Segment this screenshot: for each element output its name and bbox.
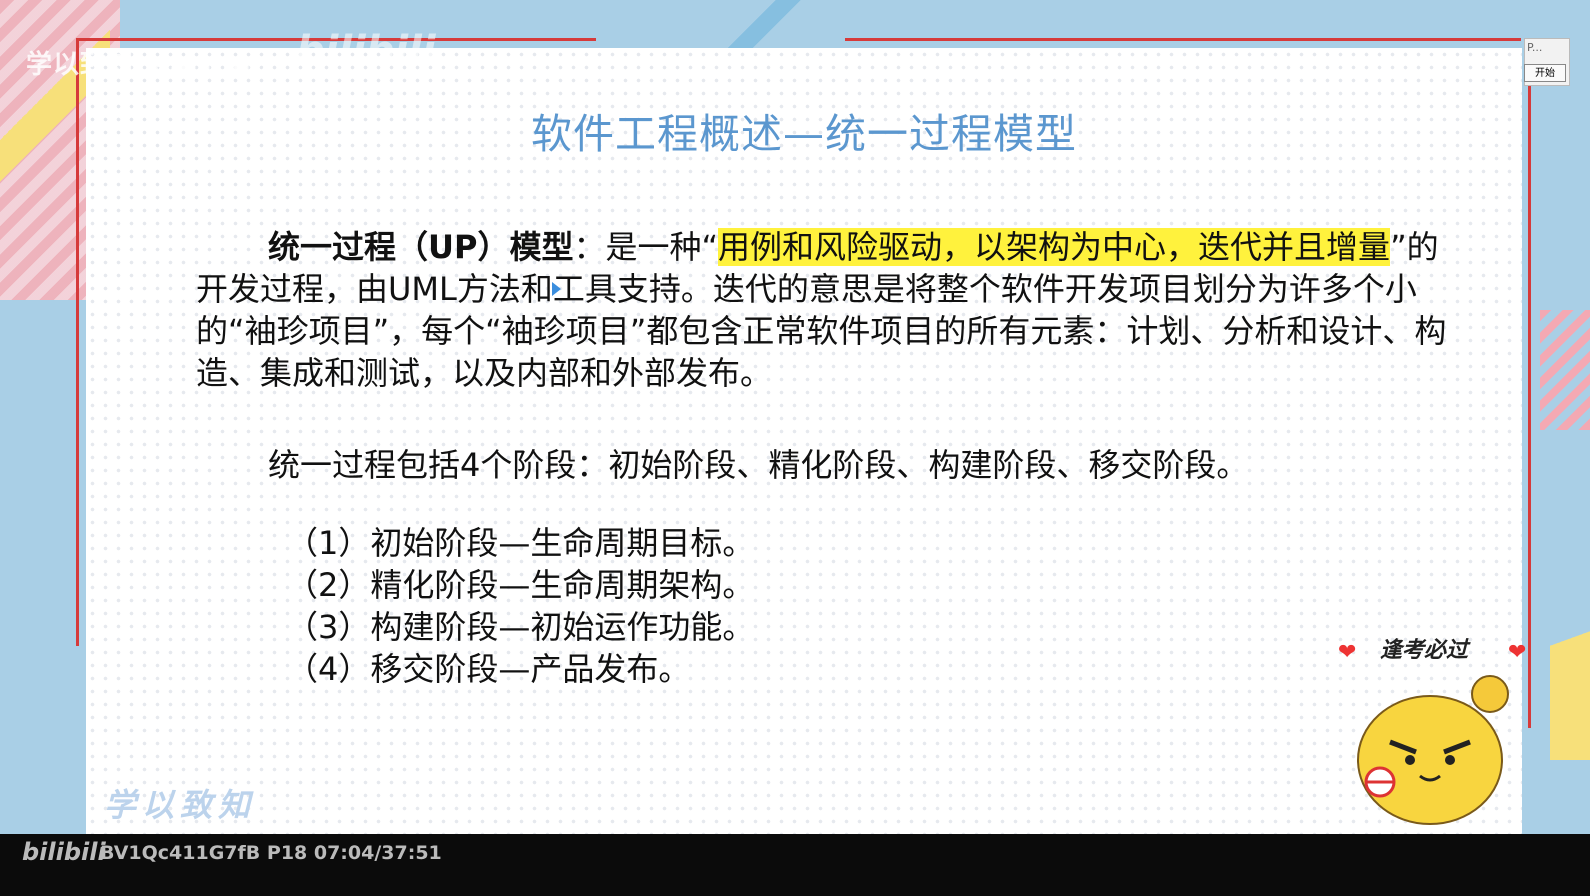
background-stripe-blue [700,0,820,48]
background-stripes-right [1540,310,1590,430]
stage-item-3: （3）构建阶段—初始运作功能。 [286,608,755,646]
stage-item-2: （2）精化阶段—生命周期架构。 [286,566,755,604]
bilibili-logo: bilibili [22,838,106,866]
brand-watermark: 学以致知Learning [26,50,272,80]
intro-lead: ：是一种“ [573,228,719,266]
slide-title: 软件工程概述—统一过程模型 [531,110,1077,158]
video-info: BV1Qc411G7fB P18 07:04/37:51 [100,842,442,864]
intro-paragraph: 统一过程（UP）模型：是一种“用例和风险驱动，以架构为中心，迭代并且增量”的开发… [196,226,1466,394]
slide-canvas: 软件工程概述—统一过程模型 统一过程（UP）模型：是一种“用例和风险驱动，以架构… [86,48,1522,834]
heart-icon: ❤ [1508,640,1527,665]
start-button[interactable]: 开始 [1524,64,1566,82]
frame-line-right [1528,38,1531,728]
mascot-icon [1357,675,1509,825]
stage-item-1: （1）初始阶段—生命周期目标。 [286,524,755,562]
stage-item-4: （4）移交阶段—产品发布。 [286,650,691,688]
mascot-caption: 逢考必过 [1380,638,1469,663]
player-info-bar: bilibili BV1Qc411G7fB P18 07:04/37:51 [0,834,1590,896]
intro-highlight: 用例和风险驱动，以架构为中心，迭代并且增量 [718,228,1391,266]
intro-term: 统一过程（UP）模型 [268,228,574,266]
motto-watermark: 学以致知 [104,786,257,824]
bilibili-watermark: bilibili [296,28,436,74]
heart-icon: ❤ [1338,640,1357,665]
background-stripe-yellow-right [1550,560,1590,760]
phases-text: 统一过程包括4个阶段：初始阶段、精化阶段、构建阶段、移交阶段。 [268,446,1249,484]
mini-panel-label: P... [1527,41,1543,54]
frame-line-top-right [845,38,1521,41]
stage-list: （1）初始阶段—生命周期目标。 （2）精化阶段—生命周期架构。 （3）构建阶段—… [286,522,754,690]
frame-line-left [76,38,79,646]
mouse-cursor-icon [552,282,561,296]
